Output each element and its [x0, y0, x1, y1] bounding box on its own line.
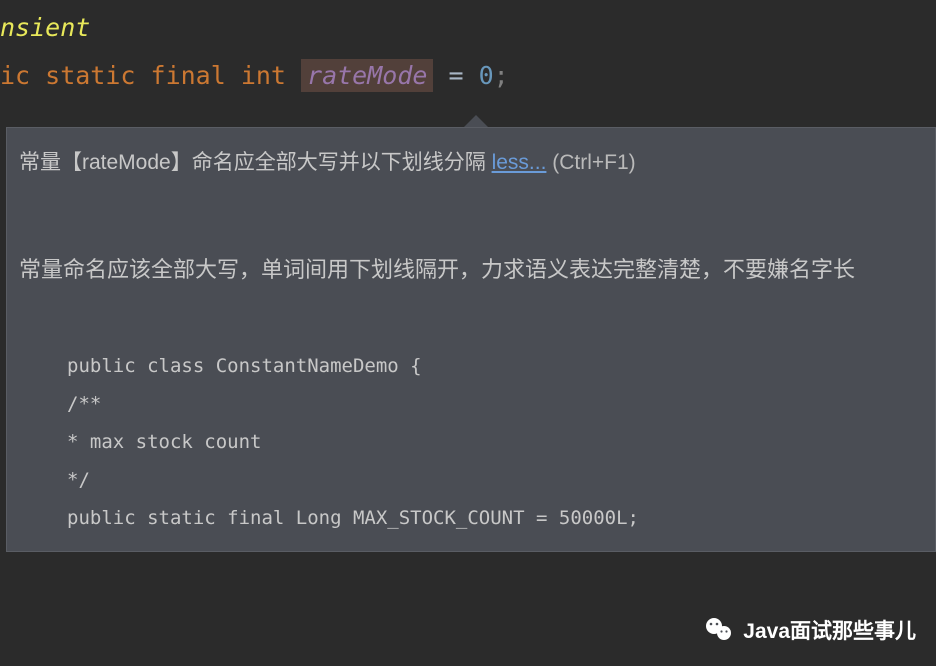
watermark-text: Java面试那些事儿 [743, 615, 916, 645]
less-link[interactable]: less... [492, 151, 547, 174]
tooltip-code-line: public class ConstantNameDemo { [67, 347, 923, 385]
tooltip-code-line: /** [67, 385, 923, 423]
highlighted-variable[interactable]: rateMode [301, 59, 433, 92]
code-line-2: ic static final int rateMode = 0; [0, 52, 936, 100]
equals-sign: = [433, 61, 478, 90]
tooltip-code-line: * max stock count [67, 423, 923, 461]
tooltip-arrow [464, 115, 488, 127]
shortcut-text: (Ctrl+F1) [546, 151, 635, 174]
semicolon: ; [494, 61, 509, 90]
number-literal: 0 [479, 61, 494, 90]
code-line-1: nsient [0, 4, 936, 52]
tooltip-code-line: public static final Long MAX_STOCK_COUNT… [67, 499, 923, 537]
keyword-modifiers: ic static final int [0, 61, 301, 90]
wechat-icon [703, 614, 735, 646]
inspection-tooltip: 常量【rateMode】命名应全部大写并以下划线分隔 less... (Ctrl… [6, 127, 936, 552]
tooltip-code-line: */ [67, 461, 923, 499]
tooltip-title-text: 常量【rateMode】命名应全部大写并以下划线分隔 [19, 151, 492, 174]
tooltip-description: 常量命名应该全部大写，单词间用下划线隔开，力求语义表达完整清楚，不要嫌名字长 [19, 252, 923, 287]
watermark: Java面试那些事儿 [703, 614, 916, 646]
code-editor[interactable]: nsient ic static final int rateMode = 0; [0, 0, 936, 103]
keyword-transient: nsient [0, 13, 90, 42]
tooltip-title: 常量【rateMode】命名应全部大写并以下划线分隔 less... (Ctrl… [19, 146, 923, 180]
tooltip-code-block: public class ConstantNameDemo { /** * ma… [19, 347, 923, 537]
